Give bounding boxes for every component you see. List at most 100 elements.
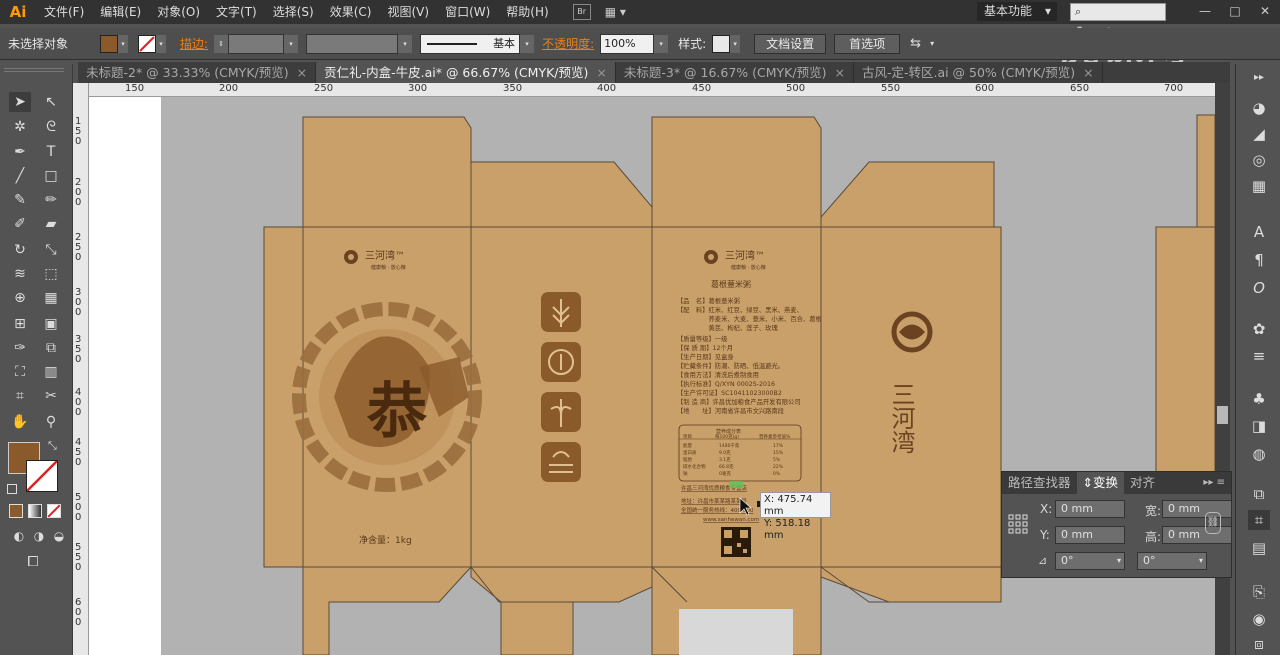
draw-normal-icon[interactable]: ◐ bbox=[8, 526, 30, 546]
preferences-button[interactable]: 首选项 bbox=[834, 33, 901, 54]
collapse-panels-icon[interactable]: ▸▸ bbox=[1248, 68, 1270, 88]
align-panel-icon[interactable]: ▤ bbox=[1248, 538, 1270, 558]
stroke-weight-dropdown[interactable]: ▾ bbox=[284, 34, 299, 53]
layers-panel-icon[interactable]: ⧈ bbox=[1248, 634, 1270, 654]
perspective-grid-tool-icon[interactable]: ▦ bbox=[40, 288, 62, 308]
pen-tool-icon[interactable]: ✒ bbox=[9, 142, 31, 162]
stroke-weight-field[interactable] bbox=[228, 33, 285, 54]
document-setup-button[interactable]: 文档设置 bbox=[754, 33, 827, 54]
gradient-panel-icon[interactable]: ◢ bbox=[1248, 124, 1270, 144]
variable-width-profile[interactable] bbox=[306, 33, 399, 54]
scrollbar-thumb[interactable] bbox=[1217, 406, 1228, 424]
shear-field[interactable]: 0° ▾ bbox=[1137, 552, 1207, 570]
stroke-color-swatch[interactable] bbox=[138, 34, 157, 53]
paintbrush-tool-icon[interactable]: ✎ bbox=[9, 190, 31, 210]
links-panel-icon[interactable]: ⎘ bbox=[1248, 582, 1270, 602]
arrange-icon[interactable]: ⇆ bbox=[910, 36, 930, 51]
stroke-panel-icon[interactable]: ≡ bbox=[1248, 346, 1270, 366]
paragraph-panel-icon[interactable]: ¶ bbox=[1248, 250, 1270, 270]
line-tool-icon[interactable]: ╱ bbox=[9, 166, 31, 186]
scale-tool-icon[interactable]: ⤡ bbox=[40, 240, 62, 260]
transparency-panel-icon[interactable]: ◨ bbox=[1248, 416, 1270, 436]
zoom-tool-icon[interactable]: ⚲ bbox=[40, 412, 62, 432]
blend-tool-icon[interactable]: ⧉ bbox=[40, 338, 62, 358]
panel-menu-icon[interactable]: ▸▸ ≡ bbox=[1197, 472, 1231, 494]
constrain-proportions-icon[interactable]: ⛓ bbox=[1205, 512, 1221, 534]
free-transform-tool-icon[interactable]: ⬚ bbox=[40, 264, 62, 284]
eraser-tool-icon[interactable]: ▰ bbox=[40, 214, 62, 234]
stroke-dropdown[interactable]: ▾ bbox=[156, 34, 167, 53]
symbols-panel-icon[interactable]: ♣ bbox=[1248, 389, 1270, 409]
artboard-tool-icon[interactable]: ⌗ bbox=[9, 386, 31, 406]
brush-dropdown[interactable]: ▾ bbox=[520, 34, 535, 53]
close-icon[interactable]: × bbox=[297, 65, 307, 80]
vertical-ruler[interactable]: 1 5 0 2 0 0 2 5 0 3 0 0 3 5 0 4 0 0 4 5 … bbox=[73, 83, 89, 655]
brushes-panel-icon[interactable]: ✿ bbox=[1248, 319, 1270, 339]
stroke-label[interactable]: 描边: bbox=[180, 35, 208, 52]
symbol-sprayer-tool-icon[interactable]: ⛶ bbox=[9, 362, 31, 382]
slice-tool-icon[interactable]: ✂ bbox=[40, 386, 62, 406]
menu-help[interactable]: 帮助(H) bbox=[498, 0, 556, 24]
menu-effect[interactable]: 效果(C) bbox=[322, 0, 380, 24]
gradient-mode-icon[interactable] bbox=[28, 504, 42, 518]
menu-type[interactable]: 文字(T) bbox=[208, 0, 265, 24]
menu-select[interactable]: 选择(S) bbox=[265, 0, 322, 24]
tab-untitled-3[interactable]: 未标题-3* @ 16.67% (CMYK/预览) × bbox=[616, 62, 854, 83]
swatches-panel-icon[interactable]: ▦ bbox=[1248, 176, 1270, 196]
screen-mode-icon[interactable]: ⧠ bbox=[22, 552, 44, 572]
character-panel-icon[interactable]: A bbox=[1248, 222, 1270, 242]
close-button[interactable]: ✕ bbox=[1250, 0, 1280, 22]
workspace-switcher[interactable]: 基本功能 ▾ bbox=[977, 2, 1057, 21]
hand-tool-icon[interactable]: ✋ bbox=[9, 412, 31, 432]
menu-object[interactable]: 对象(O) bbox=[149, 0, 208, 24]
maximize-button[interactable]: □ bbox=[1220, 0, 1250, 22]
eyedropper-tool-icon[interactable]: ✑ bbox=[9, 338, 31, 358]
lasso-tool-icon[interactable]: ᘓ bbox=[40, 117, 62, 137]
minimize-button[interactable]: — bbox=[1190, 0, 1220, 22]
tab-gongrenli-inner-box[interactable]: 贡仁礼-内盒-牛皮.ai* @ 66.67% (CMYK/预览) × bbox=[316, 62, 616, 83]
width-field[interactable]: 0 mm bbox=[1162, 500, 1232, 518]
opacity-dropdown[interactable]: ▾ bbox=[654, 34, 669, 53]
transform-panel-icon[interactable]: ⌗ bbox=[1248, 510, 1270, 530]
tab-untitled-2[interactable]: 未标题-2* @ 33.33% (CMYK/预览) × bbox=[78, 62, 317, 83]
stroke-weight-stepper[interactable]: ⇕ bbox=[214, 34, 229, 53]
blob-brush-tool-icon[interactable]: ✐ bbox=[9, 214, 31, 234]
warp-tool-icon[interactable]: ≋ bbox=[9, 264, 31, 284]
panel-menu-icon[interactable]: ▾ bbox=[930, 39, 934, 48]
menu-file[interactable]: 文件(F) bbox=[36, 0, 92, 24]
y-field[interactable]: 0 mm bbox=[1055, 526, 1125, 544]
graphic-styles-panel-icon[interactable]: ◍ bbox=[1248, 444, 1270, 464]
selection-tool-icon[interactable]: ➤ bbox=[9, 92, 31, 112]
menu-view[interactable]: 视图(V) bbox=[379, 0, 437, 24]
rectangle-tool-icon[interactable]: □ bbox=[40, 166, 62, 186]
fill-color-swatch[interactable] bbox=[100, 34, 119, 53]
horizontal-ruler[interactable]: 150 200 250 300 350 400 450 500 550 600 … bbox=[89, 83, 1215, 97]
tab-transform[interactable]: ⇕变换 bbox=[1076, 472, 1125, 494]
close-icon[interactable]: × bbox=[834, 65, 844, 80]
height-field[interactable]: 0 mm bbox=[1162, 526, 1232, 544]
draw-behind-icon[interactable]: ◑ bbox=[28, 526, 50, 546]
fill-dropdown[interactable]: ▾ bbox=[118, 34, 129, 53]
bridge-button[interactable]: Br bbox=[572, 4, 591, 20]
column-graph-tool-icon[interactable]: ▥ bbox=[40, 362, 62, 382]
gradient-tool-icon[interactable]: ▣ bbox=[40, 314, 62, 334]
menu-window[interactable]: 窗口(W) bbox=[437, 0, 498, 24]
stroke-color-box[interactable] bbox=[26, 460, 58, 492]
tab-gufeng[interactable]: 古风-定-转区.ai @ 50% (CMYK/预览) × bbox=[854, 62, 1103, 83]
x-field[interactable]: 0 mm bbox=[1055, 500, 1125, 518]
color-mode-icon[interactable] bbox=[9, 504, 23, 518]
graphic-style-dropdown[interactable]: ▾ bbox=[730, 34, 741, 53]
navigator-panel-icon[interactable]: ◉ bbox=[1248, 609, 1270, 629]
menu-edit[interactable]: 编辑(E) bbox=[92, 0, 149, 24]
shape-builder-tool-icon[interactable]: ⊕ bbox=[9, 288, 31, 308]
mesh-tool-icon[interactable]: ⊞ bbox=[9, 314, 31, 334]
brush-definition-field[interactable]: 基本 bbox=[420, 33, 521, 54]
pencil-tool-icon[interactable]: ✏ bbox=[40, 190, 62, 210]
tab-pathfinder[interactable]: 路径查找器 bbox=[1002, 472, 1077, 494]
color-panel-icon[interactable]: ◕ bbox=[1248, 98, 1270, 118]
none-mode-icon[interactable] bbox=[47, 504, 61, 518]
swap-fill-stroke-icon[interactable]: ⤡ bbox=[48, 439, 57, 453]
magic-wand-tool-icon[interactable]: ✲ bbox=[9, 117, 31, 137]
rotate-tool-icon[interactable]: ↻ bbox=[9, 240, 31, 260]
variable-width-dropdown[interactable]: ▾ bbox=[398, 34, 413, 53]
